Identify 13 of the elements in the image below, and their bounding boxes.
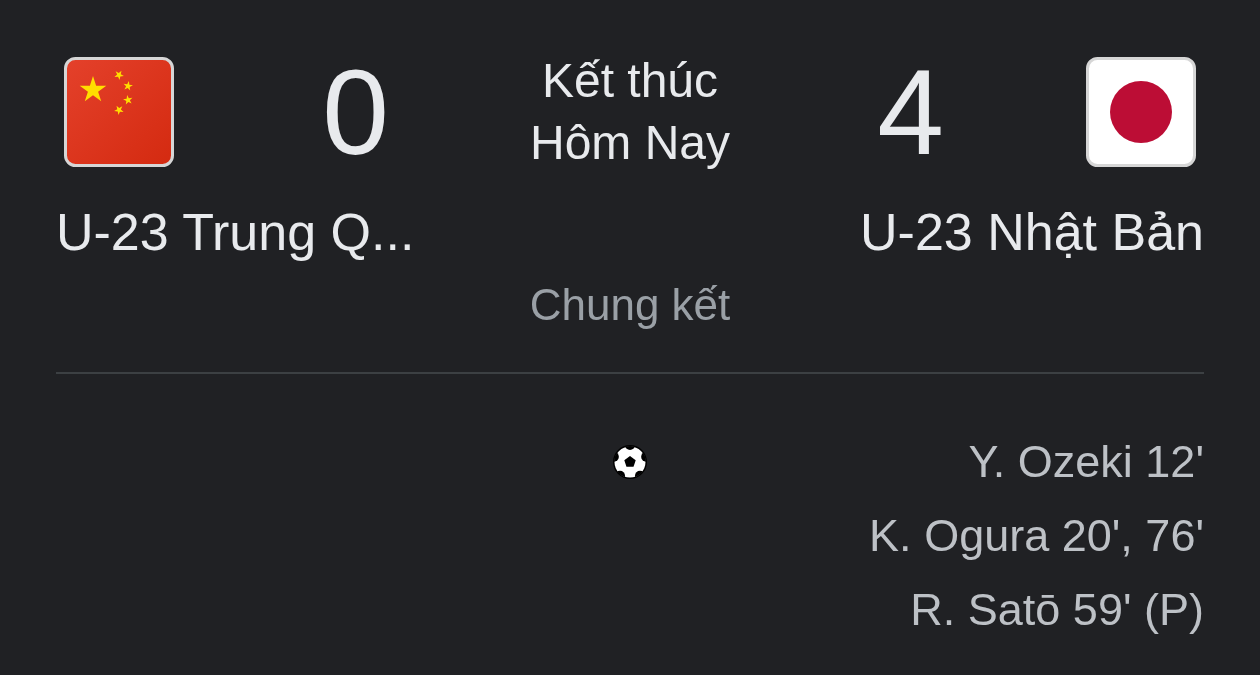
scorer-text: R. Satō 59' (P) [910,583,1204,637]
away-score: 4 [877,52,944,172]
match-date: Hôm Nay [529,115,730,171]
home-team-name: U-23 Trung Q... [56,202,415,263]
scorer-text: K. Ogura 20', 76' [869,509,1204,563]
match-stage: Chung kết [529,279,731,331]
away-team-name: U-23 Nhật Bản [860,202,1204,263]
match-status: Kết thúc [541,53,719,109]
japan-flag-icon [1086,57,1196,167]
home-score: 0 [321,52,389,172]
soccer-ball-icon [612,444,648,480]
china-flag-icon [64,57,174,167]
scorer-text: Y. Ozeki 12' [968,435,1204,489]
